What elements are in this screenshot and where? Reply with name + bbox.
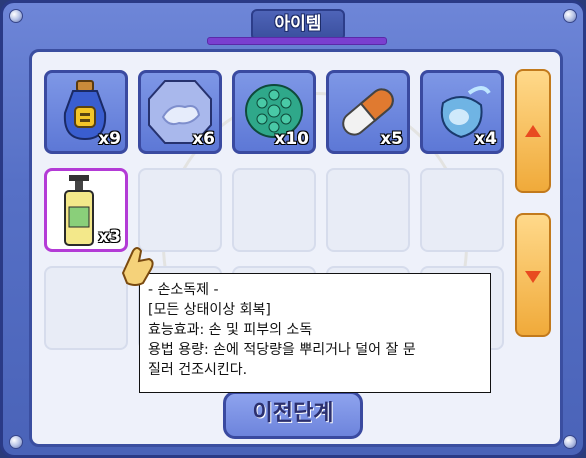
item-slot-2[interactable]: x6 xyxy=(138,70,222,154)
item-slot-6[interactable]: x3 xyxy=(44,168,128,252)
rivet-icon xyxy=(563,9,577,23)
tooltip-line: 용법 용량: 손에 적당량을 뿌리거나 덜어 잘 문 xyxy=(148,342,416,358)
item-count: x4 xyxy=(474,129,497,149)
rivet-icon xyxy=(9,435,23,449)
item-tooltip: - 손소독제 - [모든 상태이상 회복] 효능효과: 손 및 피부의 소독 용… xyxy=(139,273,491,393)
scroll-up-button[interactable] xyxy=(515,69,551,193)
empty-slot[interactable] xyxy=(326,168,410,252)
empty-slot[interactable] xyxy=(138,168,222,252)
item-slot-1[interactable]: x9 xyxy=(44,70,128,154)
scroll-down-button[interactable] xyxy=(515,213,551,337)
arrow-up-icon xyxy=(525,125,541,137)
empty-slot[interactable] xyxy=(232,168,316,252)
item-slot-5[interactable]: x4 xyxy=(420,70,504,154)
item-count: x9 xyxy=(98,129,121,149)
hand-cursor-icon xyxy=(121,247,154,286)
item-count: x6 xyxy=(192,129,215,149)
empty-slot[interactable] xyxy=(44,266,128,350)
inventory-window: 아이템 x9 x6 x10 x5 x4 x3 이전단계 - 손소독제 - [모든… xyxy=(0,0,586,458)
tooltip-line: 효능효과: 손 및 피부의 소독 xyxy=(148,322,313,338)
item-slot-3[interactable]: x10 xyxy=(232,70,316,154)
item-count: x5 xyxy=(380,129,403,149)
tooltip-item-name: - 손소독제 - xyxy=(148,282,219,298)
item-slot-4[interactable]: x5 xyxy=(326,70,410,154)
item-count: x10 xyxy=(274,129,309,149)
rivet-icon xyxy=(9,9,23,23)
previous-step-button[interactable]: 이전단계 xyxy=(223,391,363,439)
empty-slot[interactable] xyxy=(420,168,504,252)
arrow-down-icon xyxy=(525,271,541,283)
rivet-icon xyxy=(563,435,577,449)
tooltip-effect-tag: [모든 상태이상 회복] xyxy=(148,302,271,318)
tooltip-line: 질러 건조시킨다. xyxy=(148,362,248,378)
title-underline xyxy=(207,37,387,45)
